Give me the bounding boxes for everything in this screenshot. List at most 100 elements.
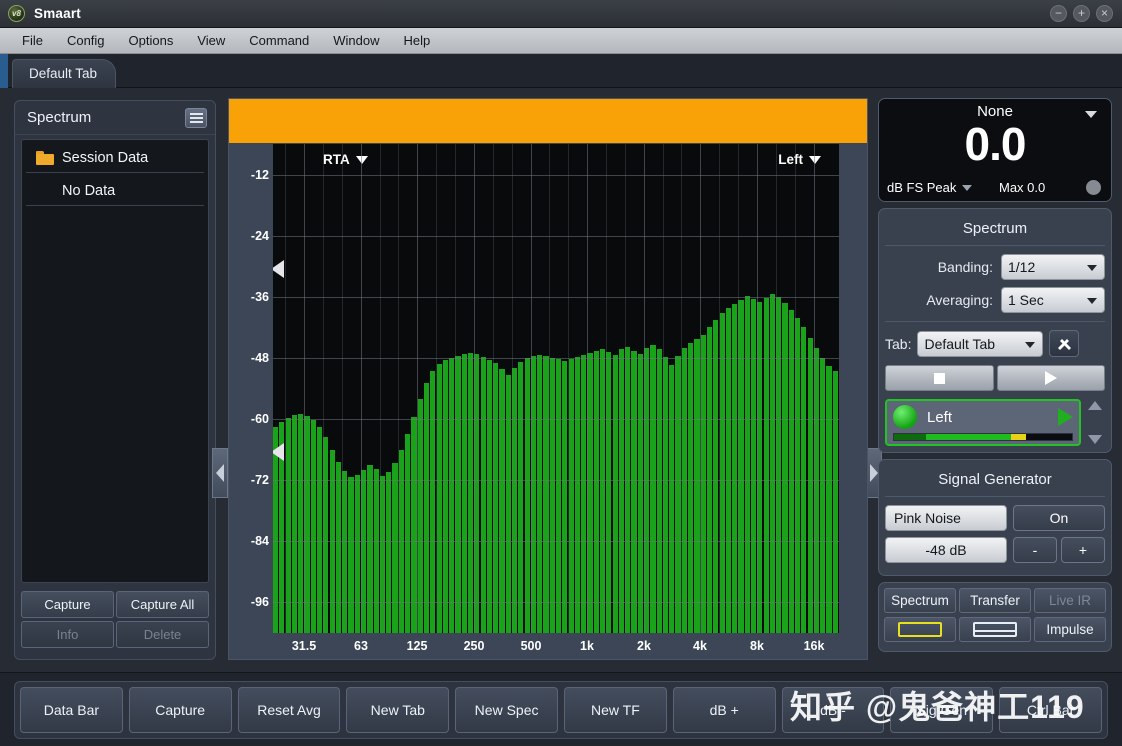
gridline-vertical-minor <box>455 144 456 633</box>
hammer-wrench-icon[interactable] <box>1049 330 1080 357</box>
spectrum-bar <box>581 354 587 633</box>
averaging-value: 1 Sec <box>1008 292 1044 308</box>
menu-item-window[interactable]: Window <box>321 30 391 51</box>
spectrum-bar <box>713 320 719 633</box>
chevron-up-icon[interactable] <box>1088 401 1102 410</box>
meter-unit-selector[interactable]: dB FS Peak <box>887 180 973 195</box>
signal-level-increase-button[interactable]: + <box>1061 537 1105 563</box>
close-icon[interactable]: × <box>1096 5 1113 22</box>
gridline-vertical-minor <box>398 144 399 633</box>
toolbar-button-data-bar[interactable]: Data Bar <box>20 687 123 733</box>
gridline-horizontal <box>273 541 839 543</box>
meter-value: 0.0 <box>964 118 1027 170</box>
averaging-label: Averaging: <box>926 292 993 308</box>
tree-row[interactable]: Session Data <box>26 146 204 173</box>
upper-threshold-handle[interactable] <box>273 259 284 278</box>
tab-select[interactable]: Default Tab <box>917 330 1044 357</box>
gridline-vertical <box>304 144 305 633</box>
spectrum-bar <box>832 370 838 633</box>
plot-canvas[interactable]: RTA Left <box>273 144 839 633</box>
spectrum-bar <box>606 351 612 633</box>
toolbar-button-new-tab[interactable]: New Tab <box>346 687 450 733</box>
tab-row: Tab: Default Tab <box>885 330 1105 357</box>
y-axis-tick: -24 <box>250 228 269 243</box>
signal-level-value[interactable]: -48 dB <box>885 537 1007 563</box>
spectrum-bar <box>562 361 568 633</box>
play-button[interactable] <box>996 365 1105 391</box>
channel-left[interactable]: Left <box>885 399 1081 446</box>
bottom-toolbar-buttons: Data Bar Capture Reset Avg New Tab New Spec N… <box>14 681 1108 739</box>
channel-strip: Left <box>885 399 1105 446</box>
capture-button[interactable]: Capture <box>21 591 114 618</box>
gridline-vertical-minor <box>493 144 494 633</box>
signal-generator-on-button[interactable]: On <box>1013 505 1105 531</box>
toolbar-button-db[interactable]: dB - <box>781 687 885 733</box>
banding-select[interactable]: 1/12 <box>1001 254 1105 280</box>
toolbar-button-ctrl-bar[interactable]: Ctrl Bar <box>999 687 1102 733</box>
hamburger-icon[interactable] <box>185 107 207 128</box>
mode-button-transfer[interactable]: Transfer <box>959 588 1031 613</box>
spectrum-bar <box>556 358 562 633</box>
menu-item-view[interactable]: View <box>185 30 237 51</box>
plot-area[interactable]: RTA Left -12 -24 -36 -48 -60 -72 -84 -96 31.5 63… <box>229 143 867 659</box>
menu-item-options[interactable]: Options <box>117 30 186 51</box>
chevron-down-icon[interactable] <box>1088 435 1102 444</box>
stop-button[interactable] <box>885 365 994 391</box>
signal-generator-card: Signal Generator Pink Noise On -48 dB - … <box>878 459 1112 576</box>
level-segment <box>926 434 1012 440</box>
spectrum-bar <box>637 353 643 633</box>
spectrum-bar <box>593 350 599 633</box>
spectrum-bar <box>386 472 392 633</box>
spectrum-bar <box>323 436 329 633</box>
spectrum-bar <box>367 464 373 633</box>
toolbar-button-capture[interactable]: Capture <box>128 687 232 733</box>
spectrum-bar <box>480 356 486 633</box>
channel-play-icon[interactable] <box>1058 408 1073 426</box>
signal-type-select[interactable]: Pink Noise <box>885 505 1007 531</box>
averaging-select[interactable]: 1 Sec <box>1001 287 1105 313</box>
capture-all-button[interactable]: Capture All <box>116 591 209 618</box>
view-split-pane-button[interactable] <box>959 617 1031 642</box>
spectrum-bar <box>348 477 354 633</box>
x-axis-tick: 1k <box>580 639 594 653</box>
banding-row: Banding: 1/12 <box>885 254 1105 280</box>
menu-item-file[interactable]: File <box>10 30 55 51</box>
collapse-left-panel-button[interactable] <box>212 448 228 498</box>
mode-button-spectrum[interactable]: Spectrum <box>884 588 956 613</box>
toolbar-button-sig-gen[interactable]: Sig Gen <box>890 687 994 733</box>
tree-row[interactable]: No Data <box>26 179 204 206</box>
spectrum-bar <box>505 375 511 633</box>
signal-type-value: Pink Noise <box>894 510 961 526</box>
toolbar-button-new-spec[interactable]: New Spec <box>455 687 558 733</box>
gridline-horizontal <box>273 480 839 482</box>
tab-default[interactable]: Default Tab <box>12 59 117 88</box>
gridline-vertical-minor <box>795 144 796 633</box>
lower-threshold-handle[interactable] <box>273 443 284 462</box>
minimize-icon[interactable]: − <box>1050 5 1067 22</box>
spectrum-bar <box>461 353 467 633</box>
spectrum-bar <box>310 420 316 633</box>
spectrum-bar <box>675 355 681 633</box>
right-panel: None 0.0 dB FS Peak Max 0.0 Spectrum Ban… <box>878 98 1112 658</box>
menu-bar: File Config Options View Command Window Help <box>0 28 1122 54</box>
spectrum-bar <box>656 348 662 633</box>
menu-item-config[interactable]: Config <box>55 30 117 51</box>
toolbar-button-new-tf[interactable]: New TF <box>563 687 667 733</box>
view-impulse-button[interactable]: Impulse <box>1034 617 1106 642</box>
gridline-vertical-minor <box>625 144 626 633</box>
spectrum-bar <box>782 302 788 633</box>
view-single-pane-button[interactable] <box>884 617 956 642</box>
channel-spinner <box>1085 399 1105 446</box>
workspace: Spectrum Session Data No Data Capture Capt… <box>0 88 1122 746</box>
gridline-vertical-minor <box>323 144 324 633</box>
signal-level-decrease-button[interactable]: - <box>1013 537 1057 563</box>
spectrum-bar <box>618 348 625 633</box>
toolbar-button-reset-avg[interactable]: Reset Avg <box>237 687 341 733</box>
maximize-icon[interactable]: + <box>1073 5 1090 22</box>
toolbar-button-db[interactable]: dB + <box>672 687 776 733</box>
spectrum-bar <box>524 357 530 633</box>
tree-row-label: Session Data <box>62 150 149 166</box>
menu-item-help[interactable]: Help <box>392 30 443 51</box>
menu-item-command[interactable]: Command <box>237 30 321 51</box>
y-axis-tick: -12 <box>250 167 269 182</box>
